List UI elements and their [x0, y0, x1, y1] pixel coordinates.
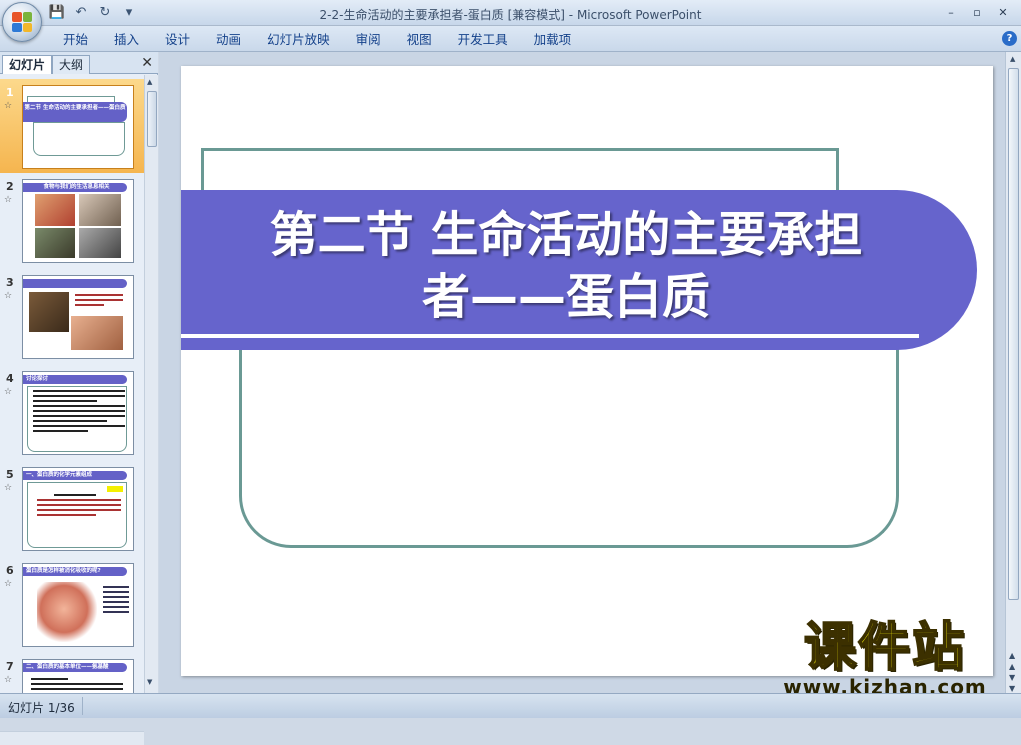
- panel-tabs: 幻灯片 大纲 ✕: [0, 52, 158, 74]
- thumbnail-number: 4: [6, 372, 14, 385]
- office-logo-icon: [12, 12, 32, 32]
- slide-title-line-1: 第二节 生命活动的主要承担: [269, 207, 863, 263]
- thumb-banner: 讨论探讨: [23, 375, 127, 384]
- animation-star-icon: ☆: [4, 483, 13, 493]
- thumb-text-lines: [75, 294, 123, 309]
- tab-slides[interactable]: 幻灯片: [2, 55, 53, 74]
- thumbnail-row[interactable]: 2 ☆ 食物与我们的生活息息相关: [0, 173, 144, 267]
- slide-nav-arrows: ▲ ▲ ▼ ▼: [1009, 650, 1015, 694]
- office-button[interactable]: [2, 2, 42, 42]
- thumbnail-number: 1: [6, 86, 14, 99]
- slide-thumbnail[interactable]: 食物与我们的生活息息相关: [22, 179, 134, 263]
- slide-thumbnail[interactable]: 讨论探讨: [22, 371, 134, 455]
- status-bar: 幻灯片 1/36: [0, 693, 1021, 718]
- animation-star-icon: ☆: [4, 291, 13, 301]
- thumbnail-row[interactable]: 5 ☆ 一、蛋白质的化学元素组成: [0, 461, 144, 555]
- slide-canvas[interactable]: 第二节 生命活动的主要承担 者——蛋白质: [181, 66, 993, 676]
- thumb-banner: 第二节 生命活动的主要承担者——蛋白质: [23, 102, 127, 122]
- close-window-button[interactable]: ✕: [991, 3, 1015, 21]
- tab-developer[interactable]: 开发工具: [445, 31, 521, 49]
- scroll-up-icon[interactable]: ▲: [147, 78, 152, 86]
- window-controls: – ▫ ✕: [939, 3, 1015, 21]
- slides-panel: 幻灯片 大纲 ✕ 1 ☆ 第二节 生命活动的主要承担者——蛋白质 2 ☆ 食物与…: [0, 52, 158, 745]
- thumbnail-number: 5: [6, 468, 14, 481]
- slide-thumbnail[interactable]: 二、蛋白质的基本单位——氨基酸: [22, 659, 134, 693]
- tab-design[interactable]: 设计: [152, 31, 203, 49]
- previous-slide-icon[interactable]: ▲ ▲: [1009, 650, 1015, 672]
- slide-frame-bottom: [239, 326, 899, 548]
- thumb-banner: 食物与我们的生活息息相关: [23, 183, 127, 192]
- animation-star-icon: ☆: [4, 675, 13, 685]
- scrollbar-thumb[interactable]: [147, 91, 157, 147]
- slide-thumbnail[interactable]: 蛋白质是怎样被消化吸收的呢?: [22, 563, 134, 647]
- thumb-photo: [71, 316, 123, 350]
- thumb-text-lines: [33, 390, 125, 435]
- thumbnail-number: 6: [6, 564, 14, 577]
- tab-animations[interactable]: 动画: [203, 31, 254, 49]
- title-bar: 💾 ↶ ↻ ▾ 2-2-生命活动的主要承担者-蛋白质 [兼容模式] - Micr…: [0, 0, 1021, 26]
- tab-home[interactable]: 开始: [50, 31, 101, 49]
- tab-outline[interactable]: 大纲: [52, 55, 91, 74]
- tab-slide-show[interactable]: 幻灯片放映: [254, 31, 343, 49]
- scroll-down-icon[interactable]: ▼: [147, 678, 152, 686]
- thumb-photo: [35, 194, 75, 226]
- thumbnail-row[interactable]: 7 ☆ 二、蛋白质的基本单位——氨基酸: [0, 653, 144, 693]
- thumb-text-lines: [31, 678, 123, 693]
- thumbnail-scrollbar[interactable]: ▲ ▼: [144, 75, 158, 693]
- tab-view[interactable]: 视图: [394, 31, 445, 49]
- slide-thumbnail[interactable]: 一、蛋白质的化学元素组成: [22, 467, 134, 551]
- slide-title[interactable]: 第二节 生命活动的主要承担 者——蛋白质: [221, 204, 911, 328]
- slide-counter: 幻灯片 1/36: [8, 701, 75, 715]
- animation-star-icon: ☆: [4, 387, 13, 397]
- tab-insert[interactable]: 插入: [101, 31, 152, 49]
- thumb-text-lines: [103, 586, 129, 616]
- thumb-text-lines: [37, 494, 121, 519]
- thumb-banner: [23, 279, 127, 288]
- slide-thumbnail[interactable]: 第二节 生命活动的主要承担者——蛋白质: [22, 85, 134, 169]
- animation-star-icon: ☆: [4, 101, 13, 111]
- thumb-digestive-diagram: [37, 582, 97, 642]
- thumbnail-number: 7: [6, 660, 14, 673]
- ribbon-tabs: 开始 插入 设计 动画 幻灯片放映 审阅 视图 开发工具 加载项: [50, 31, 584, 49]
- banner-underline: [181, 334, 919, 338]
- next-slide-icon[interactable]: ▼ ▼: [1009, 672, 1015, 694]
- thumb-photo: [29, 292, 69, 332]
- status-separator: [82, 697, 83, 715]
- scroll-up-icon[interactable]: ▲: [1010, 55, 1015, 63]
- tab-add-ins[interactable]: 加载项: [521, 31, 585, 49]
- thumb-banner: 二、蛋白质的基本单位——氨基酸: [23, 663, 127, 672]
- thumbnail-row[interactable]: 3 ☆: [0, 269, 144, 363]
- thumb-photo: [79, 228, 121, 258]
- tab-review[interactable]: 审阅: [343, 31, 394, 49]
- slide-editor: 第二节 生命活动的主要承担 者——蛋白质: [159, 52, 1005, 693]
- thumb-banner: 一、蛋白质的化学元素组成: [23, 471, 127, 480]
- restore-button[interactable]: ▫: [965, 3, 989, 21]
- close-icon[interactable]: ✕: [141, 55, 153, 71]
- thumb-photo: [79, 194, 121, 226]
- thumbnail-row[interactable]: 1 ☆ 第二节 生命活动的主要承担者——蛋白质: [0, 79, 144, 173]
- ribbon-tab-bar: 开始 插入 设计 动画 幻灯片放映 审阅 视图 开发工具 加载项 ?: [0, 26, 1021, 52]
- slide-scrollbar[interactable]: ▲ ▲ ▲ ▼ ▼: [1005, 52, 1021, 693]
- animation-star-icon: ☆: [4, 579, 13, 589]
- thumbnail-row[interactable]: 6 ☆ 蛋白质是怎样被消化吸收的呢?: [0, 557, 144, 651]
- thumb-photo: [35, 228, 75, 258]
- thumbnail-row[interactable]: 4 ☆ 讨论探讨: [0, 365, 144, 459]
- thumbnail-number: 3: [6, 276, 14, 289]
- thumbnail-number: 2: [6, 180, 14, 193]
- thumbnail-horizontal-scrollbar[interactable]: [0, 731, 144, 745]
- minimize-button[interactable]: –: [939, 3, 963, 21]
- thumbnail-list: 1 ☆ 第二节 生命活动的主要承担者——蛋白质 2 ☆ 食物与我们的生活息息相关…: [0, 75, 144, 693]
- slide-title-line-2: 者——蛋白质: [421, 269, 710, 325]
- thumb-banner: 蛋白质是怎样被消化吸收的呢?: [23, 567, 127, 576]
- help-icon[interactable]: ?: [1002, 31, 1017, 46]
- slide-thumbnail[interactable]: [22, 275, 134, 359]
- window-title: 2-2-生命活动的主要承担者-蛋白质 [兼容模式] - Microsoft Po…: [319, 8, 702, 22]
- animation-star-icon: ☆: [4, 195, 13, 205]
- thumb-frame-bottom: [33, 122, 125, 156]
- scrollbar-thumb[interactable]: [1008, 68, 1019, 600]
